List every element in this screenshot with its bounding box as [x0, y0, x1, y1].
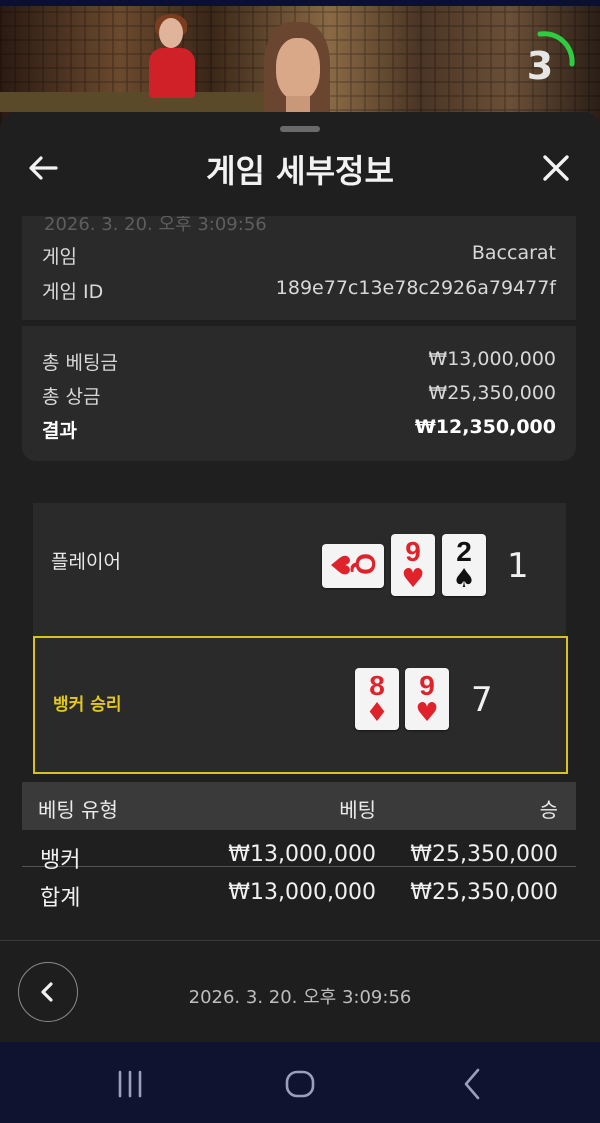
round-timestamp: 2026. 3. 20. 오후 3:09:56 — [188, 987, 412, 1008]
card-suit-icon: ♦ — [365, 698, 389, 728]
drag-handle[interactable] — [280, 126, 320, 132]
win-amount: ₩25,350,000 — [410, 880, 558, 905]
result-value: ₩12,350,000 — [414, 416, 556, 438]
playing-card: 8 ♦ — [355, 668, 399, 730]
total-bet-value: ₩13,000,000 — [428, 348, 556, 370]
column-header-win: 승 — [539, 798, 558, 822]
back-icon[interactable] — [452, 1064, 492, 1104]
player-hand: 플레이어 Q ♥ 9 ♥ 2 ♠ 1 — [33, 503, 566, 636]
total-win-label: 총 상금 — [42, 386, 101, 408]
dealer-background — [145, 14, 199, 98]
banker-hand-winner: 뱅커 승리 8 ♦ 9 ♥ 7 — [33, 636, 568, 774]
close-icon[interactable] — [538, 150, 574, 186]
recents-icon[interactable] — [110, 1064, 150, 1104]
playing-card: 9 ♥ — [391, 534, 435, 596]
bet-type: 합계 — [40, 886, 81, 911]
playing-card: 9 ♥ — [405, 668, 449, 730]
card-suit-icon: ♥ — [401, 564, 425, 594]
win-amount: ₩25,350,000 — [410, 842, 558, 867]
round-footer: 2026. 3. 20. 오후 3:09:56 — [0, 940, 600, 1043]
home-icon[interactable] — [280, 1064, 320, 1104]
playing-card: Q ♥ — [322, 544, 384, 588]
table-row: 뱅커 ₩13,000,000 ₩25,350,000 — [22, 830, 576, 873]
player-hand-label: 플레이어 — [51, 551, 121, 573]
card-suit-icon: ♠ — [452, 564, 476, 594]
totals-panel: 총 베팅금 ₩13,000,000 총 상금 ₩25,350,000 결과 ₩1… — [22, 326, 576, 461]
banker-win-label: 뱅커 승리 — [53, 695, 122, 715]
live-video-feed: 3 — [0, 0, 600, 125]
column-header-type: 베팅 유형 — [38, 798, 118, 822]
total-bet-label: 총 베팅금 — [42, 352, 118, 374]
game-info-panel: 2026. 3. 20. 오후 3:09:56 게임 Baccarat 게임 I… — [22, 216, 576, 320]
game-id-label: 게임 ID — [42, 281, 104, 303]
game-value: Baccarat — [471, 242, 556, 264]
countdown-timer: 3 — [512, 30, 576, 94]
bet-amount: ₩13,000,000 — [228, 880, 376, 905]
result-label: 결과 — [42, 420, 77, 442]
table-header: 베팅 유형 베팅 승 — [22, 782, 576, 830]
countdown-number: 3 — [526, 44, 554, 88]
page-title: 게임 세부정보 — [206, 152, 394, 190]
card-suit-icon: ♥ — [324, 553, 354, 577]
banker-score: 7 — [471, 680, 493, 720]
dealer-foreground — [258, 22, 338, 125]
game-label: 게임 — [42, 246, 77, 268]
player-score: 1 — [507, 546, 529, 586]
system-nav-bar — [0, 1042, 600, 1123]
game-id-value: 189e77c13e78c2926a79477f — [275, 277, 556, 299]
card-suit-icon: ♥ — [415, 698, 439, 728]
bet-amount: ₩13,000,000 — [228, 842, 376, 867]
game-details-sheet: 게임 세부정보 2026. 3. 20. 오후 3:09:56 게임 Bacca… — [0, 112, 600, 1042]
column-header-bet: 베팅 — [339, 798, 376, 822]
total-win-value: ₩25,350,000 — [428, 382, 556, 404]
scrolled-timestamp: 2026. 3. 20. 오후 3:09:56 — [44, 216, 267, 235]
table-row-total: 합계 ₩13,000,000 ₩25,350,000 — [22, 868, 576, 911]
playing-card: 2 ♠ — [442, 534, 486, 596]
